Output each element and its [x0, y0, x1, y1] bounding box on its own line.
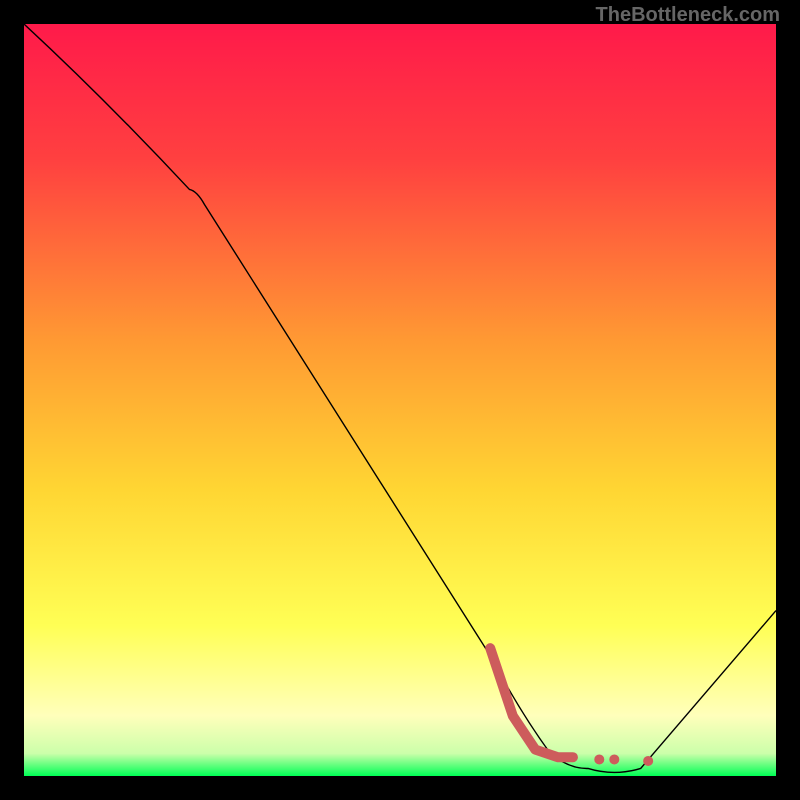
marker-dot	[643, 756, 653, 766]
marker-dot	[609, 754, 619, 764]
chart-svg	[24, 24, 776, 776]
watermark-text: TheBottleneck.com	[596, 4, 780, 27]
marker-dot	[594, 754, 604, 764]
plot-area	[24, 24, 776, 776]
gradient-bg	[24, 24, 776, 776]
chart-container: TheBottleneck.com	[0, 0, 800, 800]
